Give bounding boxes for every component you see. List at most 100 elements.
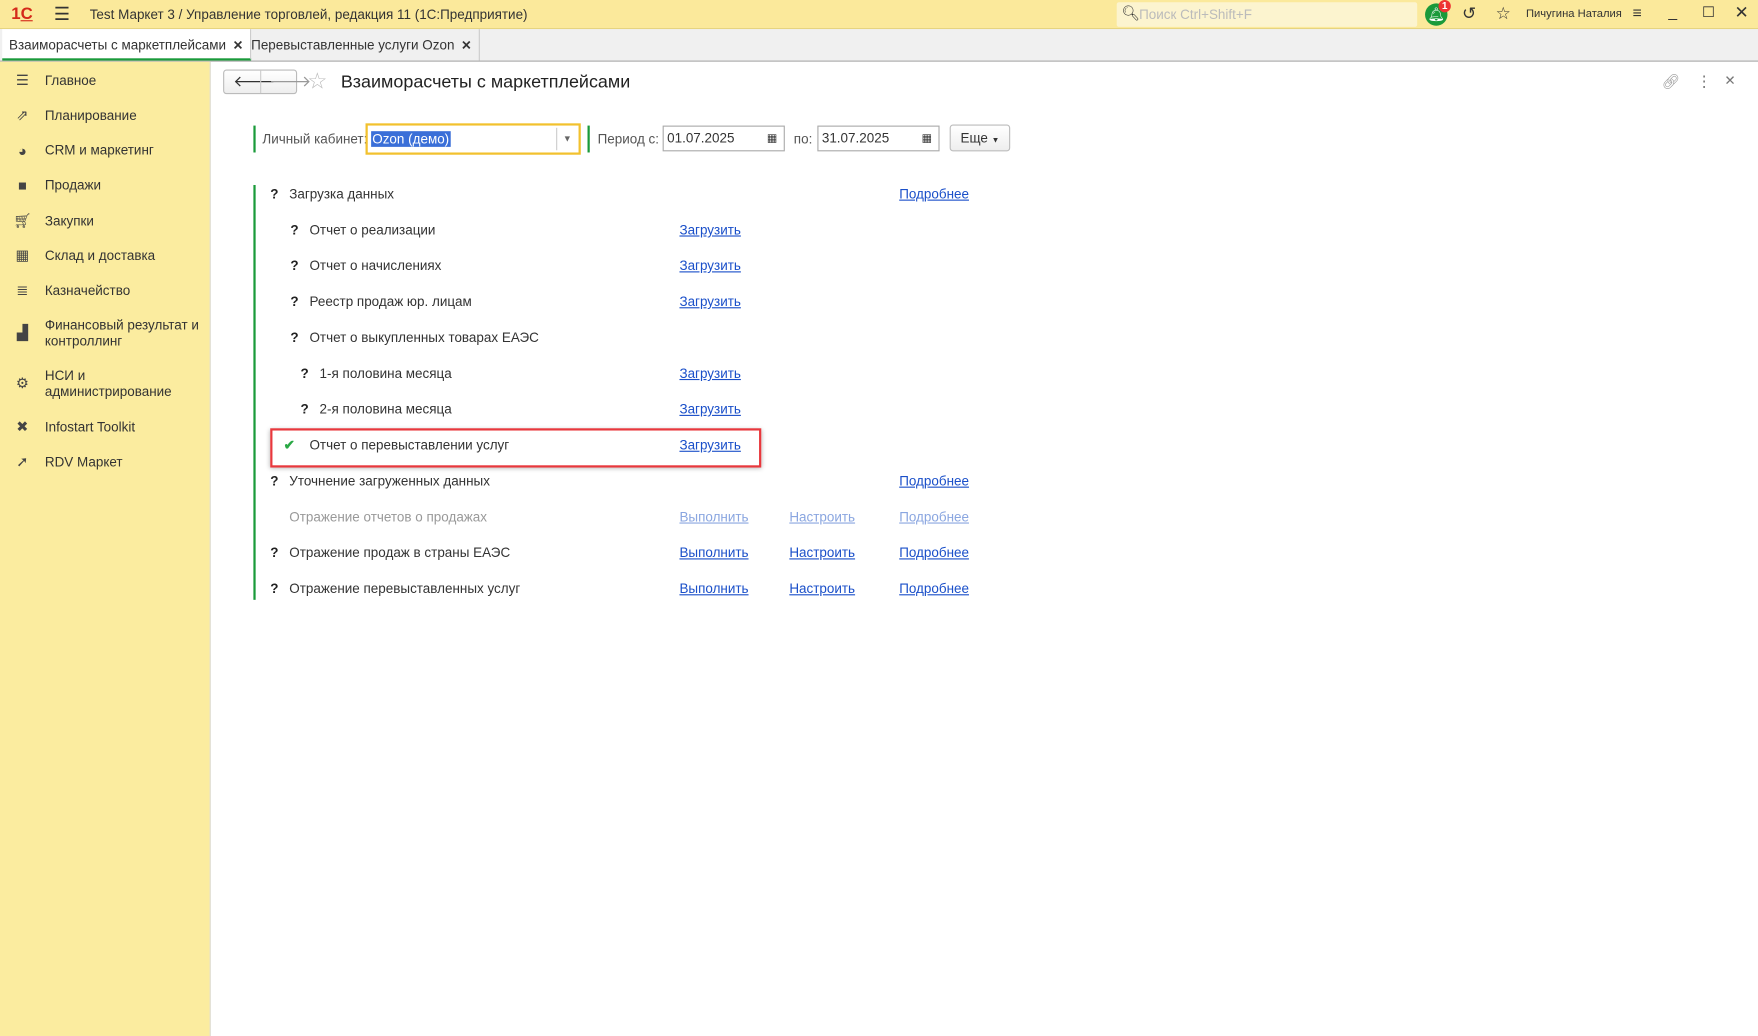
step-row: ? Отчет о реализации Загрузить [0, 219, 1009, 241]
check-icon: ✔ [283, 437, 295, 453]
close-tab-icon[interactable]: ✕ [461, 39, 471, 52]
cabinet-label: Личный кабинет: [262, 131, 368, 147]
favorite-star-icon[interactable]: ☆ [307, 67, 327, 95]
step-row: ? Отчет о выкупленных товарах ЕАЭС [0, 326, 1009, 348]
details-link[interactable]: Подробнее [899, 470, 969, 492]
notification-badge: 1 [1438, 0, 1451, 13]
step-label: Отражение перевыставленных услуг [289, 580, 521, 597]
period-to-input[interactable]: 31.07.2025 ▦ [817, 125, 940, 152]
cabinet-value: Ozon (демо) [371, 131, 451, 147]
step-row: ? 1-я половина месяца Загрузить [0, 362, 1009, 384]
step-label: Отчет о реализации [309, 221, 436, 238]
forward-arrow-icon[interactable]: 🡒 [269, 72, 311, 91]
setup-link[interactable]: Настроить [789, 542, 855, 564]
tab-bar: Взаиморасчеты с маркетплейсами ✕ Перевыст… [0, 29, 1758, 62]
link-icon[interactable]: 🔗︎ [1662, 73, 1681, 91]
label: CRM и маркетинг [44, 142, 154, 159]
step-label: 1-я половина месяца [319, 365, 452, 382]
details-link[interactable]: Подробнее [899, 577, 969, 599]
close-window-icon[interactable]: ✕ [1734, 2, 1748, 22]
calendar-icon[interactable]: ▦ [767, 127, 778, 151]
steps-divider [253, 184, 256, 600]
close-tab-icon[interactable]: ✕ [233, 39, 243, 52]
setup-link[interactable]: Настроить [789, 577, 855, 599]
cabinet-select[interactable]: Ozon (демо) ▼ [365, 123, 581, 155]
load-link[interactable]: Загрузить [679, 434, 740, 456]
label: Infostart Toolkit [44, 419, 136, 436]
question-icon: ? [300, 401, 309, 418]
run-link[interactable]: Выполнить [679, 577, 748, 599]
run-link[interactable]: Выполнить [679, 506, 748, 528]
close-form-icon[interactable]: ✕ [1724, 73, 1735, 89]
load-link[interactable]: Загрузить [679, 219, 740, 241]
tab-mutual-settlements[interactable]: Взаиморасчеты с маркетплейсами ✕ [2, 29, 251, 61]
pie-chart-icon: ◕ [18, 141, 27, 159]
user-name[interactable]: Пичугина Наталия [1526, 8, 1622, 20]
step-label: Реестр продаж юр. лицам [309, 293, 472, 310]
period-to-label: по: [793, 131, 813, 147]
search-input[interactable]: 🔍︎ Поиск Ctrl+Shift+F [1116, 2, 1418, 27]
step-row: ? Отражение перевыставленных услуг Выполни… [0, 577, 1009, 599]
question-icon: ? [290, 257, 299, 274]
label: RDV Маркет [44, 454, 123, 470]
label: Главное [44, 72, 97, 89]
details-link[interactable]: Подробнее [899, 542, 969, 564]
calendar-icon[interactable]: ▦ [922, 127, 933, 151]
sidebar-item-planning[interactable]: ⇗ Планирование [0, 105, 211, 125]
tab-label: Перевыставленные услуги Ozon [251, 36, 455, 53]
details-link[interactable]: Подробнее [899, 183, 969, 205]
step-label: 2-я половина месяца [319, 401, 452, 418]
question-icon: ? [290, 293, 299, 310]
period-from-value: 01.07.2025 [667, 130, 735, 146]
title-bar: 1С ☰ Test Маркет 3 / Управление торговле… [0, 0, 1758, 30]
step-label: Отчет о выкупленных товарах ЕАЭС [309, 329, 539, 346]
more-button[interactable]: Еще ▼ [949, 124, 1011, 152]
setup-link[interactable]: Настроить [789, 506, 855, 528]
step-row: Отражение отчетов о продажах Выполнить Нас… [0, 506, 1009, 528]
app-title: Test Маркет 3 / Управление торговлей, ре… [89, 6, 528, 23]
step-row: ? Реестр продаж юр. лицам Загрузить [0, 290, 1009, 312]
period-from-input[interactable]: 01.07.2025 ▦ [662, 125, 785, 152]
maximize-icon[interactable]: ☐ [1702, 3, 1715, 21]
load-link[interactable]: Загрузить [679, 362, 740, 384]
step-row: ? Загрузка данных Подробнее [0, 183, 1009, 205]
favorites-star-icon[interactable]: ☆ [1496, 3, 1511, 23]
menu-icon[interactable]: ☰ [54, 3, 70, 25]
step-row: ? Отражение продаж в страны ЕАЭС Выполнить… [0, 542, 1009, 564]
period-from-label: Период с: [597, 131, 660, 147]
question-icon: ? [290, 221, 299, 238]
run-link[interactable]: Выполнить [679, 542, 748, 564]
minimize-icon[interactable]: _ [1668, 2, 1677, 20]
question-icon: ? [300, 365, 309, 382]
load-link[interactable]: Загрузить [679, 290, 740, 312]
more-dots-icon[interactable]: ⋮ [1696, 72, 1712, 91]
history-icon[interactable]: ↺ [1462, 3, 1476, 23]
period-to-value: 31.07.2025 [821, 130, 890, 146]
step-label: Отражение продаж в страны ЕАЭС [289, 544, 511, 561]
details-link[interactable]: Подробнее [899, 506, 969, 528]
sidebar-item-crm[interactable]: ◕ CRM и маркетинг [0, 140, 211, 160]
label: Планирование [44, 107, 137, 124]
tab-label: Взаиморасчеты с маркетплейсами [8, 36, 227, 53]
dropdown-icon[interactable]: ▼ [563, 126, 572, 153]
step-label: Отражение отчетов о продажах [289, 509, 488, 525]
step-row: ✔ Отчет о перевыставлении услуг Загрузить [0, 434, 1009, 456]
tab-rebilled-services[interactable]: Перевыставленные услуги Ozon ✕ [244, 29, 480, 61]
question-icon: ? [270, 580, 279, 597]
page-title: Взаиморасчеты с маркетплейсами [340, 72, 631, 92]
load-link[interactable]: Загрузить [679, 255, 740, 277]
question-icon: ? [290, 329, 299, 346]
step-label: Отчет о начислениях [309, 257, 442, 274]
step-row: ? Уточнение загруженных данных Подробнее [0, 470, 1009, 492]
planning-chart-icon: ⇗ [16, 106, 29, 124]
step-row: ? 2-я половина месяца Загрузить [0, 398, 1009, 420]
settings-menu-icon[interactable]: ≡ [1632, 3, 1641, 21]
1c-logo-icon: 1С [11, 4, 33, 24]
sidebar-item-main[interactable]: ☰ Главное [0, 71, 211, 91]
question-icon: ? [270, 473, 279, 489]
nav-buttons: 🡐 🡒 [223, 69, 311, 95]
step-row: ? Отчет о начислениях Загрузить [0, 255, 1009, 277]
load-link[interactable]: Загрузить [679, 398, 740, 420]
more-label: Еще [960, 130, 988, 146]
step-label: Уточнение загруженных данных [289, 473, 490, 489]
